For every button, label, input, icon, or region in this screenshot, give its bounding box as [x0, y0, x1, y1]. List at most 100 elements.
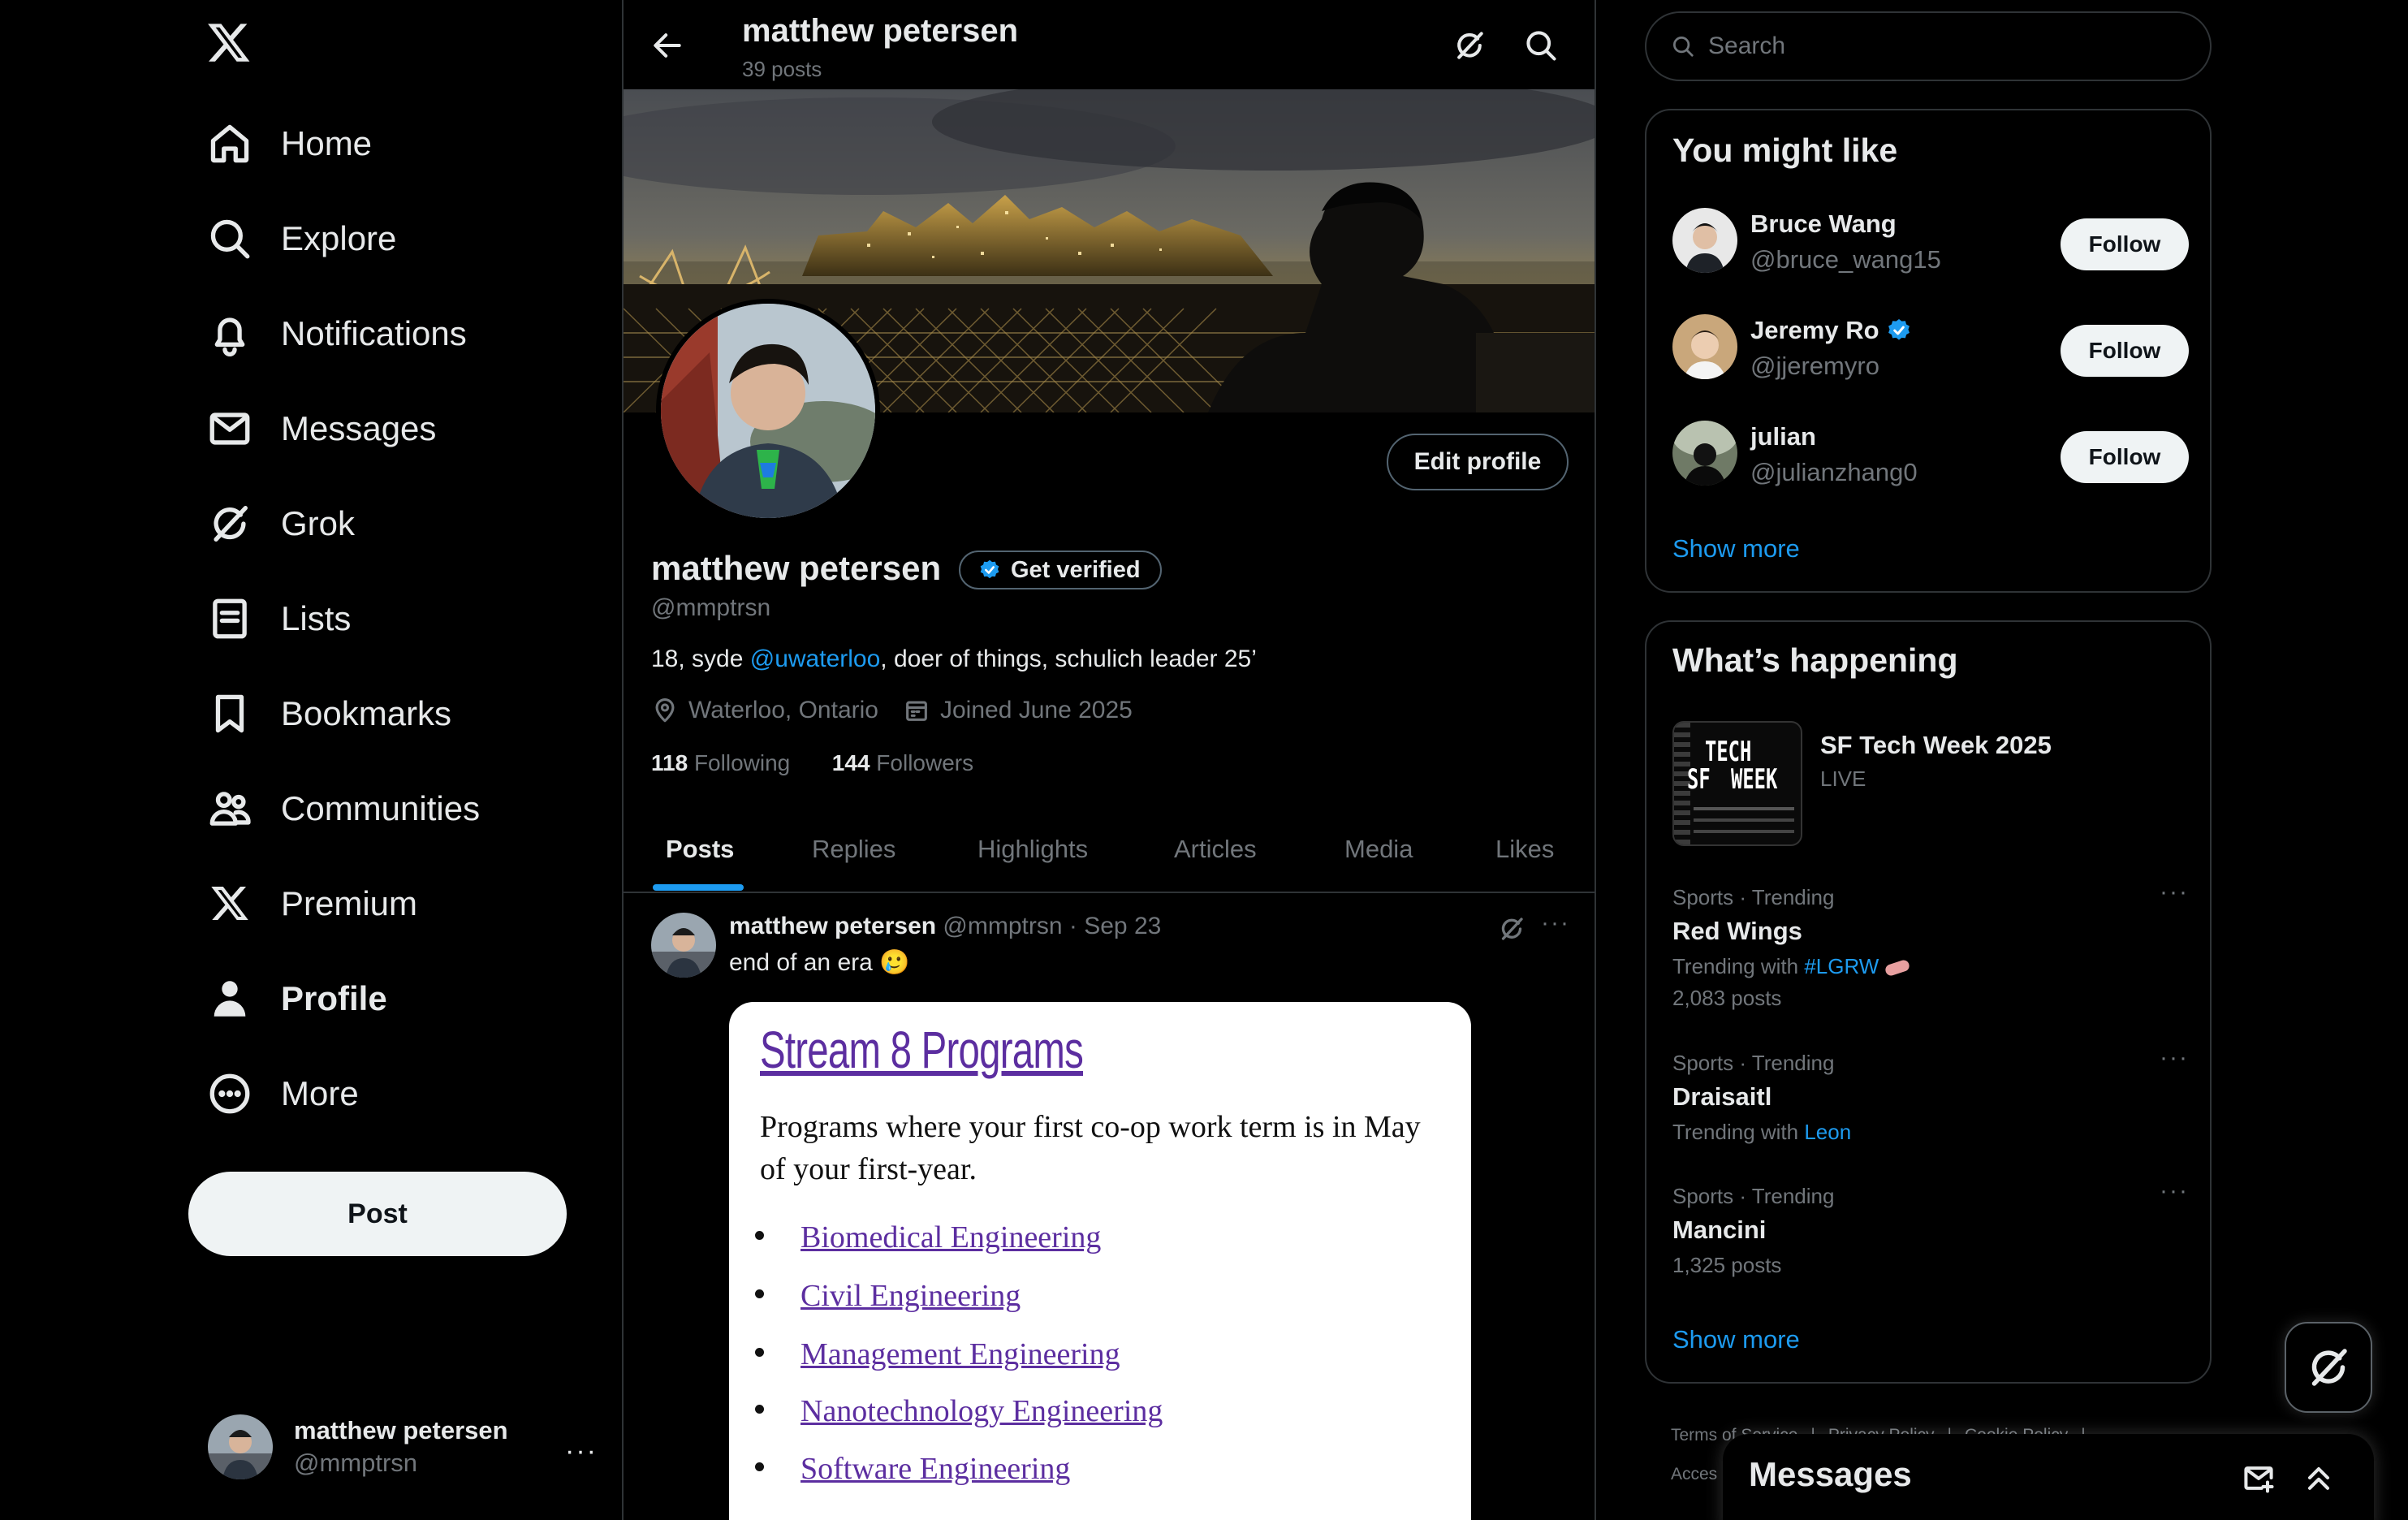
back-arrow-icon[interactable] [649, 28, 685, 63]
footer-link-accessibility[interactable]: Acces [1671, 1465, 1717, 1483]
post-button[interactable]: Post [188, 1172, 567, 1256]
trend-category: Sports · Trending [1672, 885, 1835, 909]
tweet-image[interactable]: Stream 8 Programs Programs where your fi… [729, 1002, 1471, 1520]
program-label: Nanotechnology Engineering [801, 1394, 1163, 1428]
messages-drawer[interactable]: Messages [1723, 1434, 2374, 1520]
ellipsis-icon[interactable]: ··· [565, 1436, 598, 1467]
tweet[interactable]: matthew petersen @mmptrsn · Sep 23 ··· e… [624, 895, 1595, 1520]
suggested-user[interactable]: Bruce Wang @bruce_wang15 Follow [1672, 208, 2189, 281]
nav-profile[interactable]: Profile [206, 962, 387, 1035]
search-icon [1673, 37, 1694, 57]
profile-meta: Waterloo, Ontario Joined June 2025 [651, 697, 1133, 724]
account-switcher[interactable]: matthew petersen @mmptrsn ··· [208, 1413, 598, 1481]
followers-label: Followers [870, 750, 974, 775]
more-options-icon[interactable]: ··· [2160, 879, 2189, 906]
follow-button[interactable]: Follow [2061, 218, 2189, 270]
search-input[interactable]: Search [1645, 11, 2212, 81]
right-sidebar: Search You might like Bruce Wang @bruce_… [1624, 0, 2408, 1520]
tab-replies[interactable]: Replies [812, 812, 895, 893]
bio-mention-link[interactable]: @uwaterloo [750, 646, 881, 672]
avatar [1672, 314, 1737, 379]
nav-explore[interactable]: Explore [206, 202, 396, 275]
get-verified-button[interactable]: Get verified [959, 551, 1162, 589]
trend-item[interactable]: Sports · Trending Draisaitl Trending wit… [1672, 1044, 2189, 1145]
grok-icon[interactable] [1497, 914, 1526, 944]
tweet-author-name[interactable]: matthew petersen [729, 913, 936, 939]
program-label: Management Engineering [801, 1337, 1120, 1371]
following-link[interactable]: 118 Following [651, 750, 790, 775]
nav-explore-label: Explore [281, 219, 397, 257]
trend-related-link[interactable]: Leon [1804, 1120, 1851, 1144]
nav-more-label: More [281, 1074, 359, 1112]
follow-button[interactable]: Follow [2061, 325, 2189, 377]
nav-communities-label: Communities [281, 789, 481, 827]
nav-messages[interactable]: Messages [206, 392, 436, 465]
nav-notifications[interactable]: Notifications [206, 297, 467, 370]
home-icon [206, 120, 253, 167]
event-status: LIVE [1820, 766, 1866, 791]
tweet-text-body: end of an era [729, 948, 873, 976]
tweet-emoji: 🥲 [879, 948, 910, 977]
trend-item[interactable]: Sports · Trending Red Wings Trending wit… [1672, 879, 2189, 1011]
nav-more[interactable]: More [206, 1057, 359, 1130]
program-label: Software Engineering [801, 1452, 1071, 1486]
trend-item[interactable]: Sports · Trending Mancini 1,325 posts ··… [1672, 1177, 2189, 1278]
more-options-icon[interactable]: ··· [1541, 909, 1570, 937]
trend-with-label: Trending with [1672, 954, 1805, 978]
x-logo-icon[interactable] [206, 19, 252, 65]
communities-icon [206, 785, 253, 832]
tweet-author-handle[interactable]: @mmptrsn [943, 913, 1062, 939]
messages-drawer-title: Messages [1749, 1455, 1912, 1493]
more-circle-icon [206, 1070, 253, 1117]
nav-grok[interactable]: Grok [206, 487, 355, 560]
nav-bookmarks-label: Bookmarks [281, 694, 452, 732]
bio-text-prefix: 18, syde [651, 646, 750, 672]
suggested-user[interactable]: Jeremy Ro @jjeremyro Follow [1672, 314, 2189, 387]
left-nav: Home Explore Notifications Messages Grok… [0, 0, 622, 1520]
bullet [755, 1462, 764, 1471]
tab-posts[interactable]: Posts [666, 812, 734, 893]
tweet-text: end of an era 🥲 [729, 948, 910, 977]
followers-link[interactable]: 144 Followers [832, 750, 973, 775]
follow-button[interactable]: Follow [2061, 431, 2189, 483]
search-icon [206, 215, 253, 262]
tab-likes[interactable]: Likes [1495, 812, 1554, 893]
grok-floating-button[interactable] [2285, 1322, 2372, 1413]
chevron-double-up-icon[interactable] [2301, 1460, 2337, 1496]
nav-home[interactable]: Home [206, 107, 372, 180]
event-thumbnail: TECH SF WEEK [1672, 721, 1802, 846]
nav-communities[interactable]: Communities [206, 772, 480, 845]
tab-articles[interactable]: Articles [1174, 812, 1257, 893]
hockey-stick-icon [1884, 958, 1911, 978]
show-more-link[interactable]: Show more [1672, 534, 1800, 564]
program-item: Management Engineering [755, 1336, 1120, 1372]
suggested-user-name: Bruce Wang [1750, 209, 1897, 238]
tab-highlights[interactable]: Highlights [977, 812, 1088, 893]
more-options-icon[interactable]: ··· [2160, 1044, 2189, 1072]
avatar [1672, 421, 1737, 486]
suggested-user[interactable]: julian @julianzhang0 Follow [1672, 421, 2189, 494]
nav-lists[interactable]: Lists [206, 582, 351, 655]
nav-profile-label: Profile [281, 979, 387, 1017]
show-more-link[interactable]: Show more [1672, 1325, 1800, 1354]
tab-media[interactable]: Media [1344, 812, 1413, 893]
tweet-date[interactable]: Sep 23 [1084, 913, 1161, 939]
nav-premium[interactable]: Premium [206, 867, 417, 940]
grok-icon [2311, 1349, 2347, 1386]
bio-text-suffix: , doer of things, schulich leader 25’ [880, 646, 1257, 672]
more-options-icon[interactable]: ··· [2160, 1177, 2189, 1205]
avatar[interactable] [651, 913, 716, 978]
grok-icon[interactable] [1452, 28, 1487, 63]
card-title: You might like [1672, 132, 1898, 169]
profile-avatar[interactable] [656, 299, 880, 523]
event-title: SF Tech Week 2025 [1820, 731, 2052, 759]
trend-hashtag-link[interactable]: #LGRW [1804, 954, 1879, 978]
profile-bio: 18, syde @uwaterloo, doer of things, sch… [651, 646, 1257, 673]
nav-bookmarks[interactable]: Bookmarks [206, 677, 451, 750]
search-icon[interactable] [1523, 28, 1559, 63]
event-item[interactable]: TECH SF WEEK SF Tech Week 2025 LIVE [1672, 721, 2189, 851]
new-message-icon[interactable] [2241, 1460, 2276, 1496]
program-label: Biomedical Engineering [801, 1220, 1102, 1254]
edit-profile-button[interactable]: Edit profile [1387, 434, 1569, 490]
avatar [208, 1414, 273, 1479]
